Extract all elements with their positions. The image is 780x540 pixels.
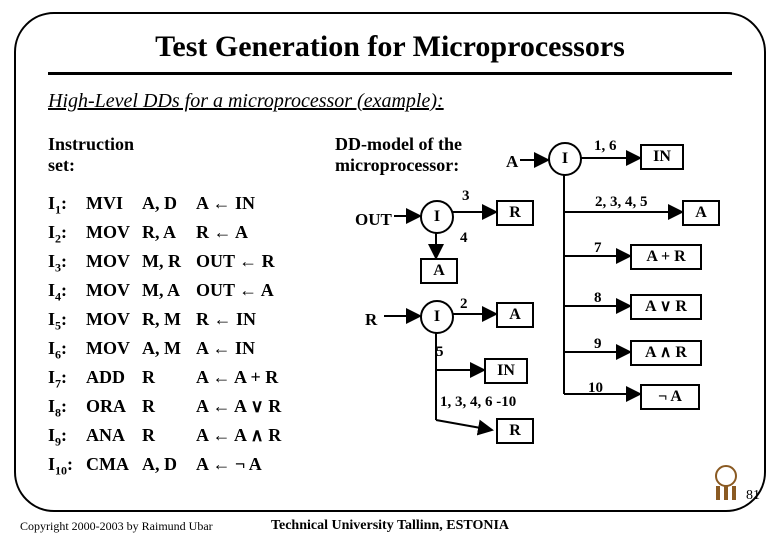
edge-9: 9	[594, 336, 602, 353]
terminal-r-long: R	[496, 418, 534, 444]
edge-3: 3	[462, 188, 470, 205]
node-i-r: I	[420, 300, 454, 334]
root-a-label: A	[506, 152, 518, 172]
instruction-row: I6:MOVA, MA ← IN	[48, 335, 326, 364]
instruction-row: I8:ORARA ← A ∨ R	[48, 393, 326, 422]
slide-title: Test Generation for Microprocessors	[0, 30, 780, 64]
instruction-set-label: Instruction set:	[48, 134, 134, 175]
edge-7: 7	[594, 240, 602, 257]
terminal-a-out: A	[420, 258, 458, 284]
terminal-in-top: IN	[640, 144, 684, 170]
instruction-row: I7:ADDRA ← A + R	[48, 364, 326, 393]
terminal-r-out: R	[496, 200, 534, 226]
terminal-neg-a: ¬ A	[640, 384, 700, 410]
page-number: 81	[746, 488, 760, 504]
edge-5: 5	[436, 344, 444, 361]
terminal-a-and-r: A ∧ R	[630, 340, 702, 366]
terminal-a-right: A	[682, 200, 720, 226]
terminal-a-r: A	[496, 302, 534, 328]
slide-subtitle: High-Level DDs for a microprocessor (exa…	[48, 90, 444, 113]
instruction-row: I5:MOVR, MR ← IN	[48, 306, 326, 335]
terminal-a-plus-r: A + R	[630, 244, 702, 270]
instruction-row: I3:MOVM, ROUT ← R	[48, 248, 326, 277]
edge-long-list: 1, 3, 4, 6 -10	[440, 394, 516, 411]
node-i-out: I	[420, 200, 454, 234]
university-logo-icon	[706, 462, 746, 502]
terminal-a-or-r: A ∨ R	[630, 294, 702, 320]
instruction-row: I1:MVIA, DA ← IN	[48, 190, 326, 219]
footer-university: Technical University Tallinn, ESTONIA	[0, 518, 780, 534]
edge-8: 8	[594, 290, 602, 307]
dd-model-label: DD-model of the microprocessor:	[335, 134, 462, 175]
edge-2: 2	[460, 296, 468, 313]
instruction-row: I10:CMAA, DA ← ¬ A	[48, 451, 326, 480]
root-r-label: R	[365, 310, 377, 330]
instruction-row: I4:MOVM, AOUT ← A	[48, 277, 326, 306]
edge-1-6: 1, 6	[594, 138, 617, 155]
root-out-label: OUT	[355, 210, 392, 230]
node-i-top: I	[548, 142, 582, 176]
terminal-in-r: IN	[484, 358, 528, 384]
instruction-row: I9:ANARA ← A ∧ R	[48, 422, 326, 451]
title-underline	[48, 72, 732, 75]
instruction-row: I2:MOVR, AR ← A	[48, 219, 326, 248]
instruction-table: I1:MVIA, DA ← INI2:MOVR, AR ← AI3:MOVM, …	[48, 190, 326, 480]
edge-4: 4	[460, 230, 468, 247]
edge-fraction: 2, 3, 4, 5	[595, 194, 648, 211]
edge-10: 10	[588, 380, 603, 397]
